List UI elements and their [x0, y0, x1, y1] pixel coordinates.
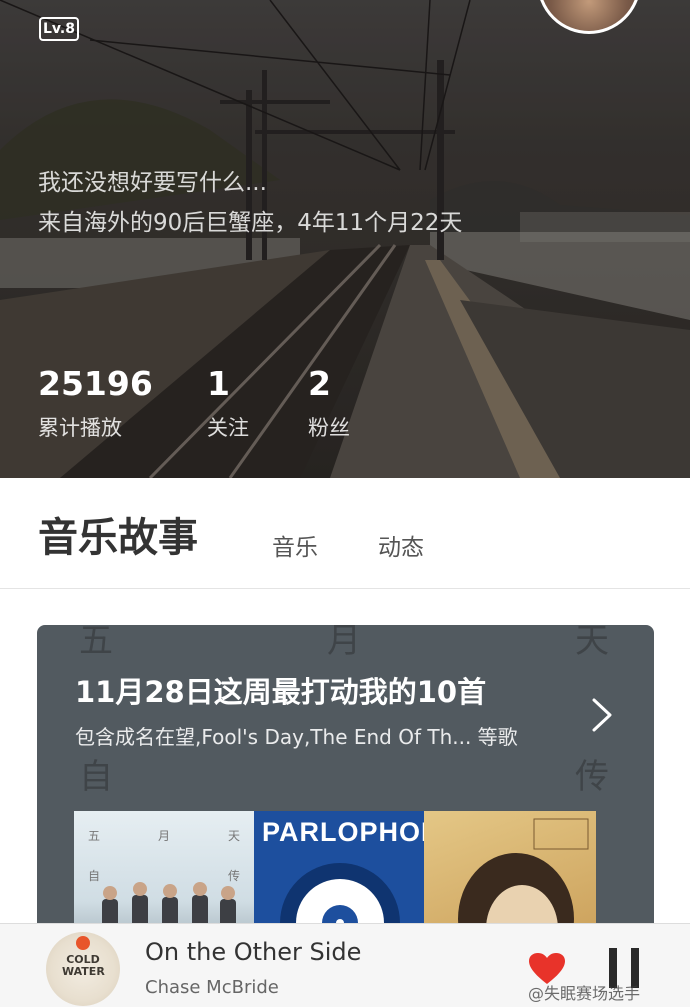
- stat-plays-label[interactable]: 累计播放: [38, 412, 122, 442]
- stat-followers-count[interactable]: 2: [308, 364, 331, 403]
- card-background-char: 天: [575, 625, 609, 661]
- tab-music[interactable]: 音乐: [272, 528, 318, 562]
- now-playing-cover[interactable]: COLD WATER: [46, 932, 120, 1006]
- stat-plays-count[interactable]: 25196: [38, 364, 153, 403]
- card-background-char: 传: [575, 757, 609, 797]
- now-playing-title[interactable]: On the Other Side: [145, 938, 361, 966]
- playlist-card[interactable]: 五 月 天 自 传 11月28日这周最打动我的10首 包含成名在望,Fool's…: [37, 625, 654, 955]
- card-background-char: 五: [79, 625, 113, 661]
- tab-moments[interactable]: 动态: [378, 528, 424, 562]
- stat-followers-label[interactable]: 粉丝: [308, 412, 350, 442]
- profile-info: 来自海外的90后巨蟹座，4年11个月22天: [38, 210, 463, 236]
- playlist-subtitle: 包含成名在望,Fool's Day,The End Of Th... 等歌: [75, 725, 518, 749]
- cover-text: COLD WATER: [62, 953, 105, 978]
- profile-signature[interactable]: 我还没想好要写什么...: [38, 163, 267, 197]
- card-background-char: 月: [327, 625, 361, 661]
- now-playing-artist[interactable]: Chase McBride: [145, 977, 279, 998]
- playlist-title[interactable]: 11月28日这周最打动我的10首: [75, 669, 486, 711]
- profile-tabs: 音乐故事 音乐 动态: [0, 478, 690, 589]
- weibo-watermark: @失眠赛场选手: [528, 984, 641, 1003]
- stat-following-count[interactable]: 1: [207, 364, 230, 403]
- chevron-right-icon[interactable]: [590, 697, 614, 733]
- card-background-char: 自: [79, 757, 113, 797]
- profile-header: Lv.8 我还没想好要写什么... 来自海外的90后巨蟹座，4年11个月22天 …: [0, 0, 690, 478]
- level-badge[interactable]: Lv.8: [39, 17, 79, 41]
- stat-following-label[interactable]: 关注: [207, 412, 249, 442]
- tab-music-stories[interactable]: 音乐故事: [38, 505, 198, 563]
